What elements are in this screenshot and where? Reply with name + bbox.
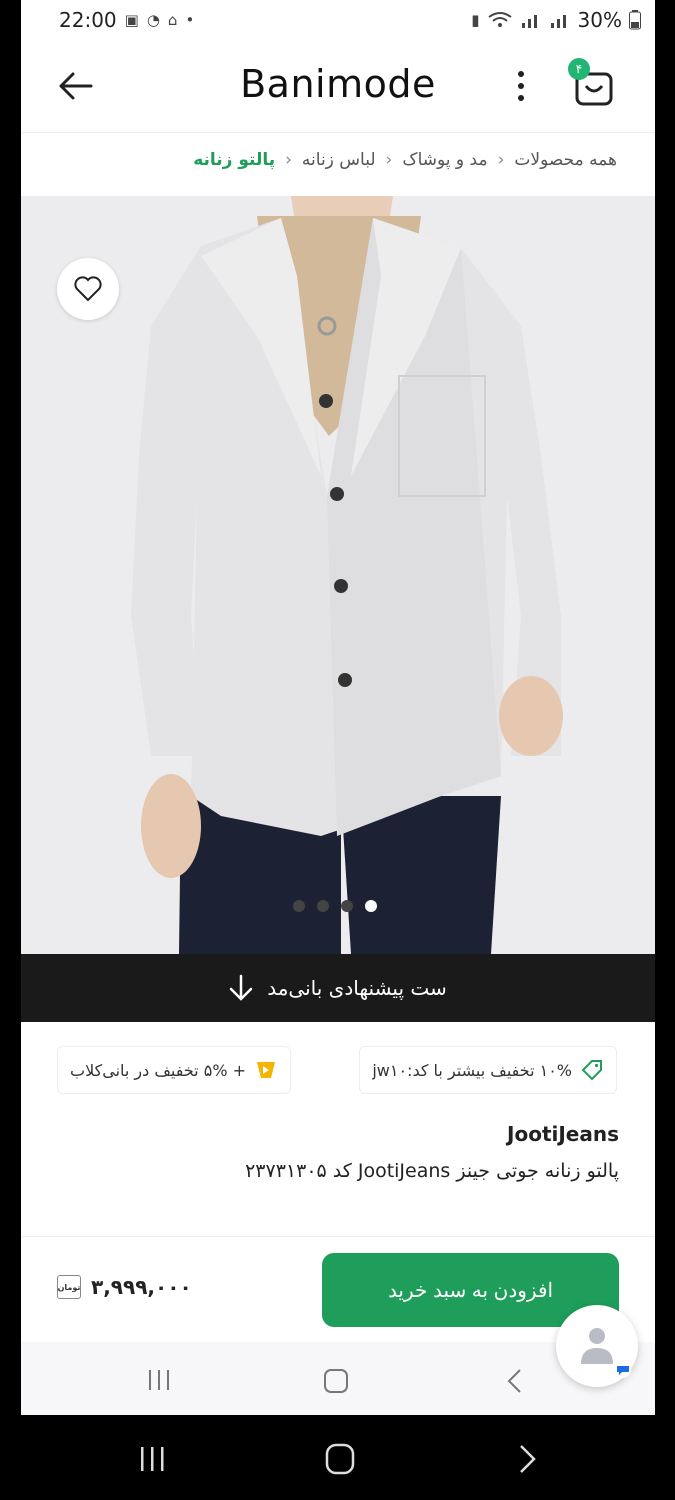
product-photo — [131, 196, 563, 954]
gallery-dot[interactable] — [293, 900, 305, 912]
battery-saver-icon: ▮ — [471, 11, 480, 29]
home-icon: ⌂ — [167, 11, 178, 29]
toman-icon: تومان — [57, 1275, 81, 1299]
bani-club-text: + ۵% تخفیف در بانی‌کلاب — [70, 1060, 247, 1080]
home-button-icon[interactable] — [323, 1368, 349, 1394]
battery-percent: 30% — [577, 8, 622, 32]
breadcrumb-womens-coat[interactable]: پالتو زنانه — [193, 150, 275, 170]
app-screen: 22:00 ▣ ◔ ⌂ • ▮ 30% Banimode ۴ همه محصول… — [21, 0, 655, 1415]
suggested-set-label: ست پیشنهادی بانی‌مد — [267, 976, 447, 1000]
gallery-icon: ▣ — [124, 11, 139, 29]
system-recent-apps-icon[interactable] — [138, 1445, 166, 1473]
breadcrumb: همه محصولات ‹ مد و پوشاک ‹ لباس زنانه ‹ … — [193, 150, 617, 170]
user-support-icon — [581, 1328, 613, 1364]
product-price: ۳,۹۹۹,۰۰۰ — [91, 1275, 192, 1299]
support-chat-button[interactable] — [556, 1305, 638, 1387]
signal-2-icon — [550, 15, 566, 28]
battery-icon — [629, 10, 641, 30]
more-menu-icon[interactable] — [511, 64, 531, 108]
breadcrumb-all-products[interactable]: همه محصولات — [514, 150, 617, 170]
messenger-icon: ◔ — [146, 11, 160, 29]
chevron-left-icon: ‹ — [497, 150, 505, 170]
system-navigation-bar — [0, 1415, 675, 1500]
chevron-left-icon: ‹ — [285, 150, 292, 170]
discount-code-text: ۱۰% تخفیف بیشتر با کد:jw۱۰ — [372, 1060, 572, 1080]
signal-icon — [521, 15, 537, 28]
tag-icon — [581, 1060, 602, 1081]
product-title: پالتو زنانه جوتی جینز JootiJeans کد ۲۳۷۳… — [245, 1160, 619, 1182]
system-forward-icon[interactable] — [517, 1443, 539, 1475]
status-time: 22:00 — [59, 8, 117, 32]
price-block: تومان ۳,۹۹۹,۰۰۰ — [57, 1275, 192, 1299]
recent-apps-icon[interactable] — [146, 1368, 172, 1392]
app-header: Banimode ۴ — [21, 40, 655, 133]
promo-strip: ۱۰% تخفیف بیشتر با کد:jw۱۰ + ۵% تخفیف در… — [57, 1046, 617, 1094]
discount-code-promo[interactable]: ۱۰% تخفیف بیشتر با کد:jw۱۰ — [359, 1046, 617, 1094]
breadcrumb-womens-clothing[interactable]: لباس زنانه — [302, 150, 376, 170]
gallery-dot[interactable] — [317, 900, 329, 912]
back-nav-icon[interactable] — [505, 1368, 525, 1394]
cart-count-badge: ۴ — [568, 58, 590, 80]
dot-icon: • — [185, 11, 195, 29]
system-home-icon[interactable] — [325, 1443, 355, 1475]
breadcrumb-fashion[interactable]: مد و پوشاک — [402, 150, 487, 170]
chevron-left-icon: ‹ — [385, 150, 393, 170]
heart-icon — [74, 276, 102, 302]
arrow-down-icon — [229, 974, 253, 1001]
suggested-set-banner[interactable]: ست پیشنهادی بانی‌مد — [21, 954, 655, 1022]
bani-club-promo[interactable]: + ۵% تخفیف در بانی‌کلاب — [57, 1046, 292, 1094]
product-brand[interactable]: JootiJeans — [507, 1122, 619, 1146]
app-logo: Banimode — [240, 62, 436, 106]
status-bar: 22:00 ▣ ◔ ⌂ • ▮ 30% — [21, 0, 655, 40]
product-image[interactable] — [21, 196, 655, 954]
gallery-pagination — [293, 900, 377, 912]
wifi-icon — [487, 12, 512, 27]
gallery-dot-active[interactable] — [365, 900, 377, 912]
wishlist-button[interactable] — [57, 258, 119, 320]
chat-bubble-icon — [615, 1362, 631, 1378]
gallery-dot[interactable] — [341, 900, 353, 912]
club-icon — [257, 1062, 276, 1078]
